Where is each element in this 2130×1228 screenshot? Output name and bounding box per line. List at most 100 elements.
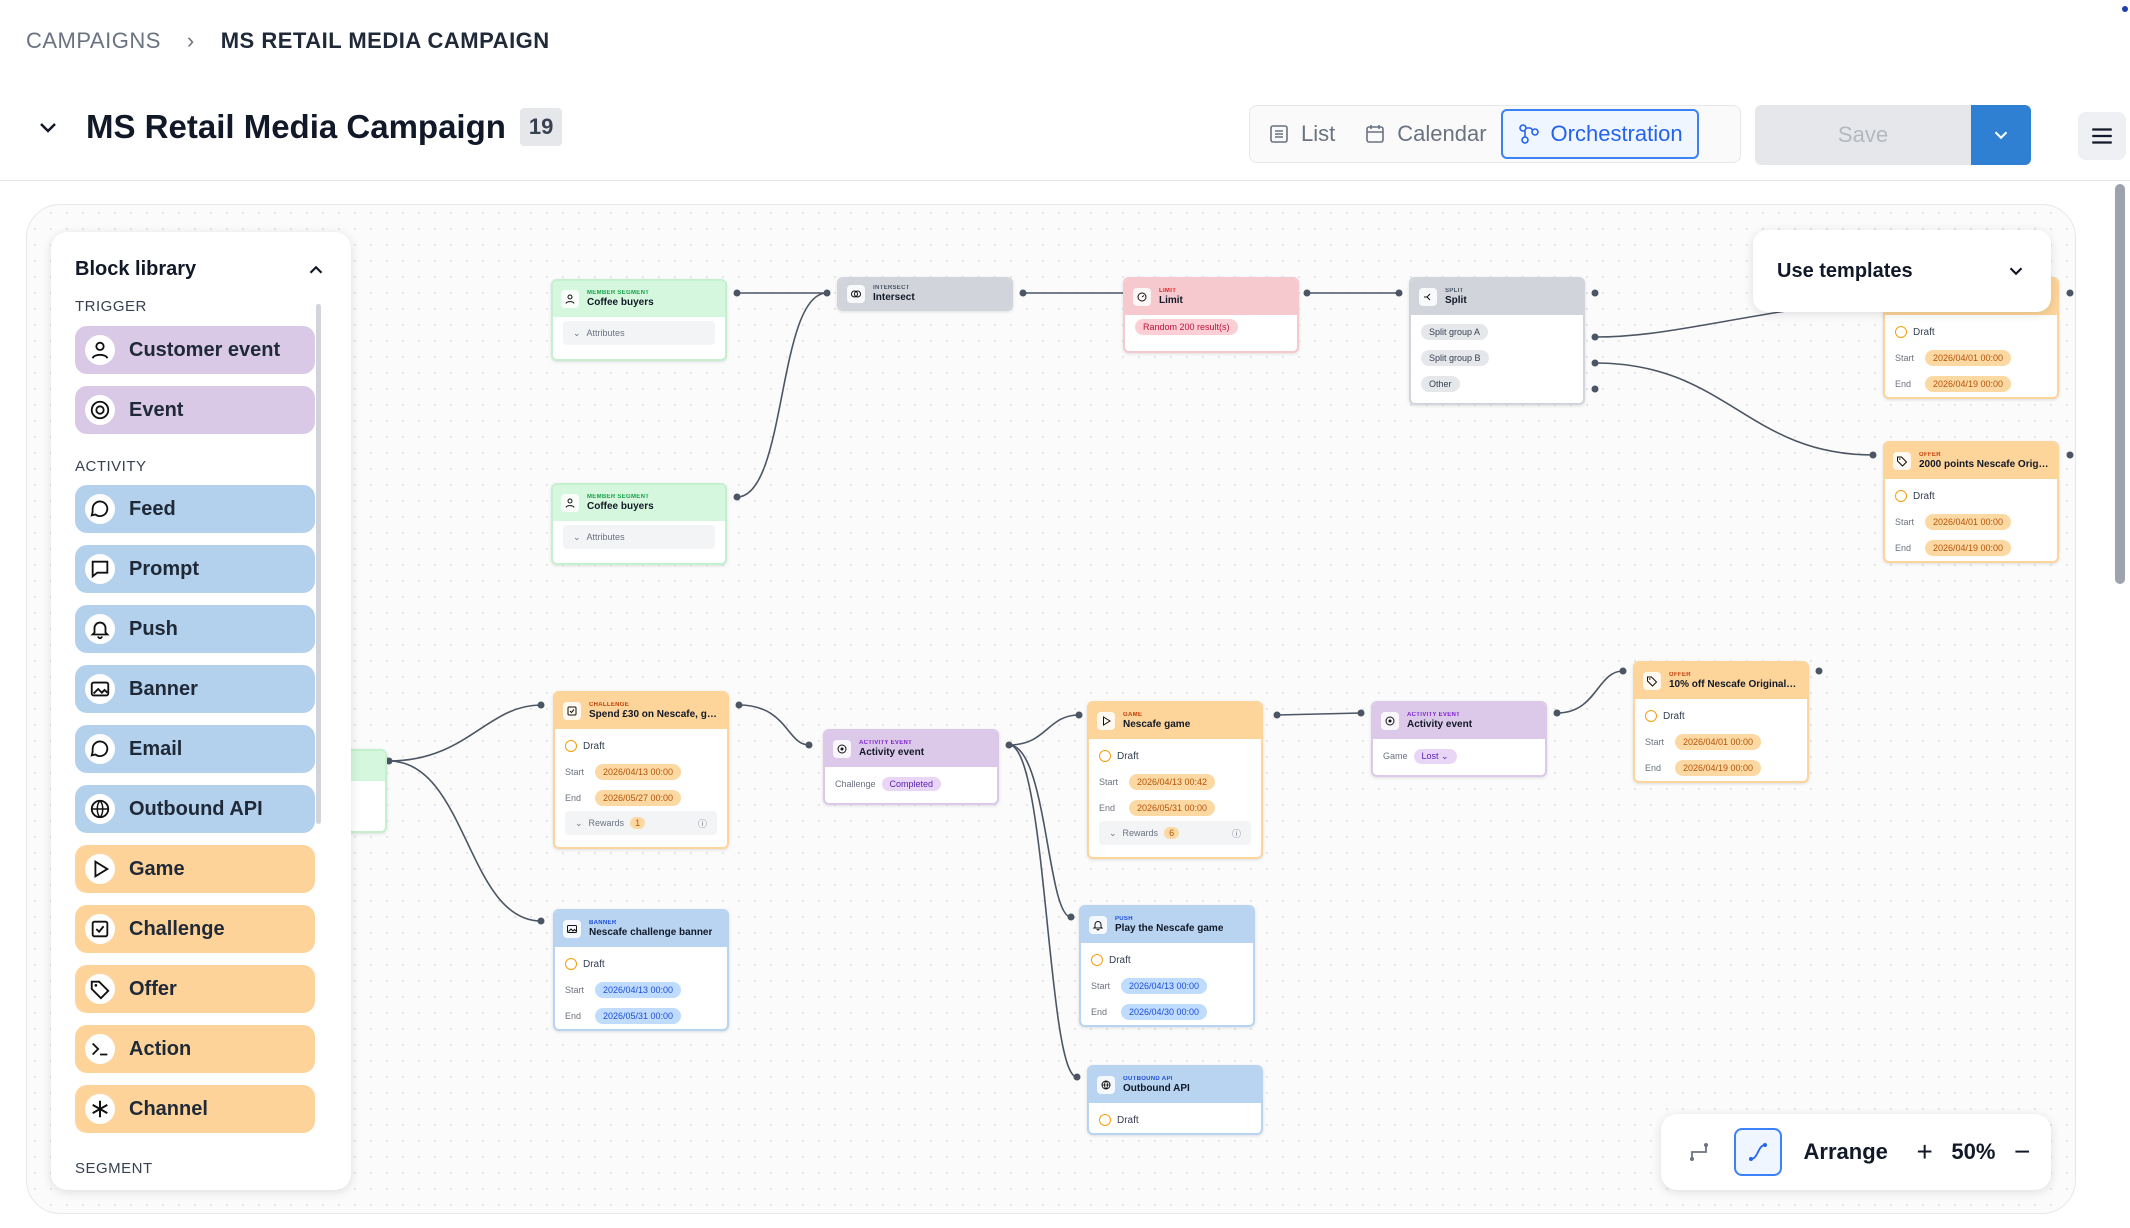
library-item-label: Challenge [129, 917, 225, 940]
node-activity-event-1[interactable]: ACTIVITY EVENT Activity event Challenge Co… [823, 729, 999, 805]
library-item-feed[interactable]: Feed [75, 485, 315, 533]
split-icon [1419, 288, 1437, 306]
image-icon [563, 920, 581, 938]
curve-line-icon [1748, 1143, 1767, 1161]
library-item-label: Feed [129, 497, 176, 520]
zoom-out-button[interactable]: − [2007, 1136, 2037, 1167]
calendar-view-button[interactable]: Calendar [1349, 109, 1500, 159]
block-library-header[interactable]: Block library [75, 258, 327, 281]
node-type: BANNER [589, 919, 617, 926]
info-icon[interactable]: ⓘ [698, 817, 707, 830]
canvas-scrollbar[interactable] [2115, 184, 2125, 584]
library-item-action[interactable]: Action [75, 1025, 315, 1073]
node-name: Nescafe game [1123, 718, 1191, 730]
library-item-label: Offer [129, 977, 177, 1000]
attributes-toggle[interactable]: ⌄ Attributes [563, 321, 715, 345]
limit-icon [1133, 288, 1151, 306]
library-item-channel[interactable]: Channel [75, 1085, 315, 1133]
end-label: End [565, 793, 582, 803]
node-activity-event-2[interactable]: ACTIVITY EVENT Activity event Game Lost ⌄ [1371, 701, 1547, 777]
library-item-email[interactable]: Email [75, 725, 315, 773]
node-intersect[interactable]: INTERSECT Intersect [837, 277, 1013, 311]
limit-pill: Random 200 result(s) [1135, 319, 1238, 335]
calendar-icon [1366, 125, 1385, 143]
start-label: Start [1099, 777, 1119, 787]
status-text: Draft [583, 958, 605, 970]
node-outbound-api[interactable]: OUTBOUND API Outbound API Draft [1087, 1065, 1263, 1135]
attributes-toggle[interactable]: ⌄ Attributes [563, 525, 715, 549]
list-view-button[interactable]: List [1253, 109, 1349, 159]
notification-dot [2122, 6, 2128, 12]
library-item-label: Outbound API [129, 797, 263, 820]
start-date: 2026/04/01 00:00 [1675, 734, 1762, 750]
breadcrumb-campaigns-link[interactable]: CAMPAIGNS [26, 28, 161, 54]
chat-icon [85, 734, 115, 764]
end-date: 2026/05/31 00:00 [595, 1008, 682, 1024]
info-icon[interactable]: ⓘ [1232, 827, 1241, 840]
use-templates-dropdown[interactable]: Use templates [1753, 230, 2051, 312]
field-value[interactable]: Completed [881, 777, 942, 791]
node-game[interactable]: GAME Nescafe game Draft Start 2026/04/13 0… [1087, 701, 1263, 859]
library-item-challenge[interactable]: Challenge [75, 905, 315, 953]
save-button[interactable]: Save [1755, 105, 1971, 165]
save-options-button[interactable] [1971, 105, 2031, 165]
split-group-a[interactable]: Split group A [1421, 324, 1489, 340]
library-scrollbar[interactable] [316, 304, 321, 824]
node-challenge[interactable]: CHALLENGE Spend £30 on Nescafe, ge... Dra… [553, 691, 729, 849]
library-item-customer-event[interactable]: Customer event [75, 326, 315, 374]
node-name: Split [1445, 294, 1467, 306]
menu-button[interactable] [2078, 112, 2126, 160]
status-text: Draft [1117, 750, 1139, 762]
node-offer-2000-points[interactable]: OFFER 2000 points Nescafe Origi... Draft … [1883, 441, 2059, 563]
title-row: MS Retail Media Campaign 19 [30, 108, 563, 146]
node-push[interactable]: PUSH Play the Nescafe game Draft Start 202… [1079, 905, 1255, 1027]
node-name: Activity event [859, 746, 925, 758]
zoom-in-button[interactable]: + [1910, 1136, 1940, 1167]
rewards-count: 1 [630, 817, 646, 829]
draft-icon [1099, 750, 1111, 762]
step-connector-button[interactable] [1675, 1128, 1722, 1176]
breadcrumb-chevron-icon: › [186, 28, 195, 53]
view-switcher: List Calendar Orchestration [1249, 105, 1741, 163]
node-member-segment-1[interactable]: MEMBER SEGMENT Coffee buyers ⌄ Attributes [551, 279, 727, 361]
field-value-text: Lost [1421, 750, 1439, 761]
curve-connector-button[interactable] [1734, 1128, 1782, 1176]
intersect-icon [847, 285, 865, 303]
status-text: Draft [1913, 490, 1935, 502]
chevron-down-icon[interactable] [30, 109, 66, 145]
library-item-prompt[interactable]: Prompt [75, 545, 315, 593]
draft-icon [1895, 326, 1907, 338]
rewards-toggle[interactable]: ⌄ Rewards 6 ⓘ [1099, 821, 1251, 845]
start-date: 2026/04/01 00:00 [1925, 350, 2012, 366]
tag-icon [85, 974, 115, 1004]
library-item-banner[interactable]: Banner [75, 665, 315, 713]
end-date: 2026/05/27 00:00 [595, 790, 682, 806]
image-icon [85, 674, 115, 704]
split-group-b[interactable]: Split group B [1421, 350, 1489, 366]
chevron-up-icon[interactable] [305, 259, 327, 281]
arrange-button[interactable]: Arrange [1804, 1139, 1888, 1165]
draft-icon [565, 958, 577, 970]
library-item-outbound-api[interactable]: Outbound API [75, 785, 315, 833]
node-split[interactable]: SPLIT Split Split group A Split group B O… [1409, 277, 1585, 405]
rewards-toggle[interactable]: ⌄ Rewards 1 ⓘ [565, 811, 717, 835]
field-value[interactable]: Lost ⌄ [1413, 748, 1457, 764]
end-label: End [1895, 379, 1912, 389]
library-item-offer[interactable]: Offer [75, 965, 315, 1013]
node-limit[interactable]: LIMIT Limit Random 200 result(s) [1123, 277, 1299, 353]
attributes-label: Attributes [586, 328, 625, 338]
library-item-game[interactable]: Game [75, 845, 315, 893]
start-label: Start [565, 985, 585, 995]
node-name: 10% off Nescafe Original I... [1669, 678, 1799, 690]
block-library-panel: Block library TRIGGER Customer event Eve… [51, 232, 351, 1190]
end-date: 2026/04/19 00:00 [1925, 376, 2012, 392]
draft-icon [565, 740, 577, 752]
library-item-push[interactable]: Push [75, 605, 315, 653]
orchestration-view-button[interactable]: Orchestration [1500, 109, 1699, 159]
library-item-event[interactable]: Event [75, 386, 315, 434]
node-member-segment-2[interactable]: MEMBER SEGMENT Coffee buyers ⌄ Attributes [551, 483, 727, 565]
node-offer-10-percent[interactable]: OFFER 10% off Nescafe Original I... Draft… [1633, 661, 1809, 783]
library-item-label: Channel [129, 1097, 208, 1120]
split-group-other[interactable]: Other [1421, 376, 1460, 392]
node-banner[interactable]: BANNER Nescafe challenge banner Draft Sta… [553, 909, 729, 1031]
